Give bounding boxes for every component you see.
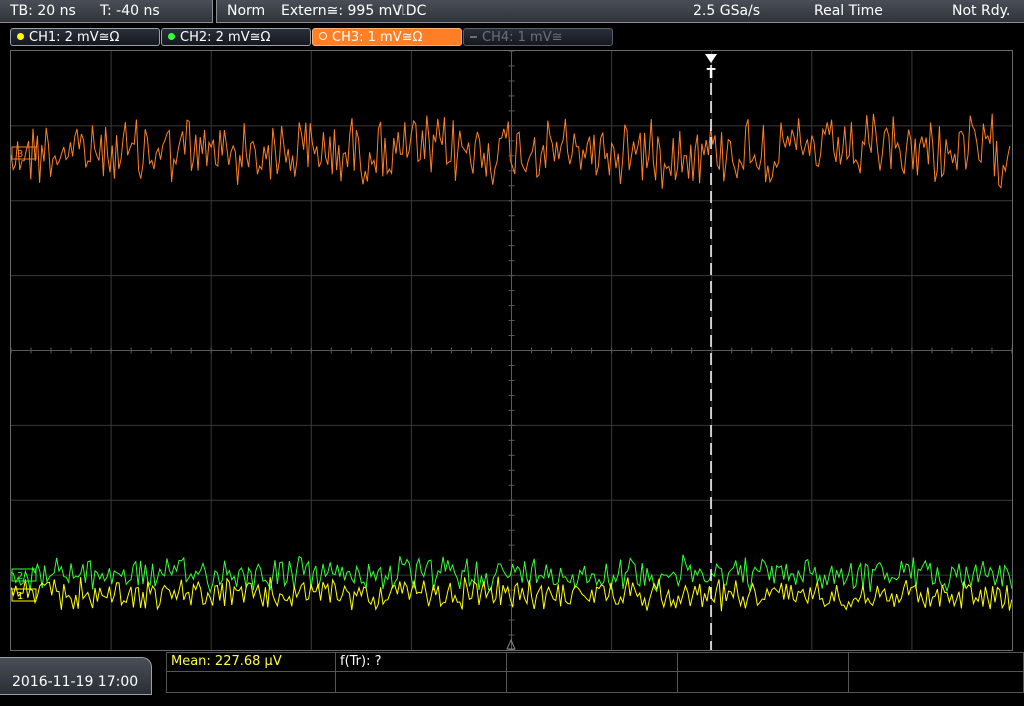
datetime-panel[interactable]: 2016-11-19 17:00 bbox=[0, 657, 152, 695]
channel-2-dot-icon bbox=[168, 33, 175, 40]
trigger-mode-label: Norm bbox=[227, 3, 266, 19]
channel-2-marker-label: 2 bbox=[17, 571, 23, 582]
measurement-cell-empty[interactable] bbox=[848, 671, 1024, 693]
channel-3-button[interactable]: CH3: 1 mV≅Ω bbox=[312, 28, 462, 46]
graticule bbox=[10, 50, 1013, 651]
measurement-cell-empty[interactable] bbox=[506, 652, 678, 672]
measurement-table: Mean: 227.68 µV f(Tr): ? bbox=[166, 652, 1024, 695]
channel-1-marker-label: 1 bbox=[17, 591, 23, 602]
timebase-panel[interactable]: TB: 20 ns T: -40 ns bbox=[0, 0, 213, 23]
measurement-cell-empty[interactable] bbox=[848, 652, 1024, 672]
channel-3-trace bbox=[10, 113, 1011, 189]
channel-1-button[interactable]: CH1: 2 mV≅Ω bbox=[10, 28, 160, 46]
status-label: Not Rdy. bbox=[952, 3, 1011, 19]
channel-3-marker-label: 3 bbox=[17, 149, 23, 160]
channel-1-dot-icon bbox=[17, 33, 24, 40]
measurement-cell-empty[interactable] bbox=[335, 671, 507, 693]
trigger-arrow-icon bbox=[705, 54, 717, 63]
channel-1-label: CH1: 2 mV≅Ω bbox=[29, 30, 120, 45]
timebase-label: TB: 20 ns bbox=[10, 3, 76, 19]
trigger-slope-label: ⎍DC bbox=[396, 3, 427, 19]
sample-rate-label: 2.5 GSa/s bbox=[693, 3, 761, 19]
channel-4-off-icon bbox=[470, 36, 477, 38]
trigger-marker-label: T bbox=[707, 67, 716, 82]
top-status-bar: TB: 20 ns T: -40 ns Norm Extern≅: 995 mV… bbox=[0, 0, 1024, 26]
waveform-svg: T 3 2 1 bbox=[10, 50, 1013, 651]
measurement-cell-empty[interactable] bbox=[166, 671, 336, 693]
channel-2-button[interactable]: CH2: 2 mV≅Ω bbox=[161, 28, 311, 46]
trigger-source-label: Extern≅: 995 mV bbox=[281, 3, 402, 19]
measurement-frequency-cell[interactable]: f(Tr): ? bbox=[335, 652, 507, 672]
measurement-cell-empty[interactable] bbox=[677, 652, 849, 672]
mean-measurement: Mean: 227.68 µV bbox=[171, 654, 282, 669]
measurement-cell-empty[interactable] bbox=[677, 671, 849, 693]
channel-4-button[interactable]: CH4: 1 mV≅ bbox=[463, 28, 613, 46]
waveform-display[interactable]: T 3 2 1 bbox=[10, 50, 1013, 651]
channel-bar: CH1: 2 mV≅Ω CH2: 2 mV≅Ω CH3: 1 mV≅Ω CH4:… bbox=[0, 26, 1024, 48]
channel-3-label: CH3: 1 mV≅Ω bbox=[332, 30, 423, 45]
measurement-cell-empty[interactable] bbox=[506, 671, 678, 693]
channel-2-label: CH2: 2 mV≅Ω bbox=[180, 30, 271, 45]
channel-4-label: CH4: 1 mV≅ bbox=[482, 30, 563, 45]
measurement-mean-cell[interactable]: Mean: 227.68 µV bbox=[166, 652, 336, 672]
channel-3-dot-icon bbox=[319, 32, 327, 40]
bottom-bar: 2016-11-19 17:00 Mean: 227.68 µV f(Tr): … bbox=[0, 652, 1024, 695]
trigger-status-panel[interactable]: Norm Extern≅: 995 mV ⎍DC 2.5 GSa/s Real … bbox=[216, 0, 1024, 23]
frequency-measurement: f(Tr): ? bbox=[340, 654, 382, 669]
acquisition-mode-label: Real Time bbox=[814, 3, 883, 19]
trigger-time-label: T: -40 ns bbox=[100, 3, 160, 19]
datetime-label: 2016-11-19 17:00 bbox=[12, 674, 139, 690]
